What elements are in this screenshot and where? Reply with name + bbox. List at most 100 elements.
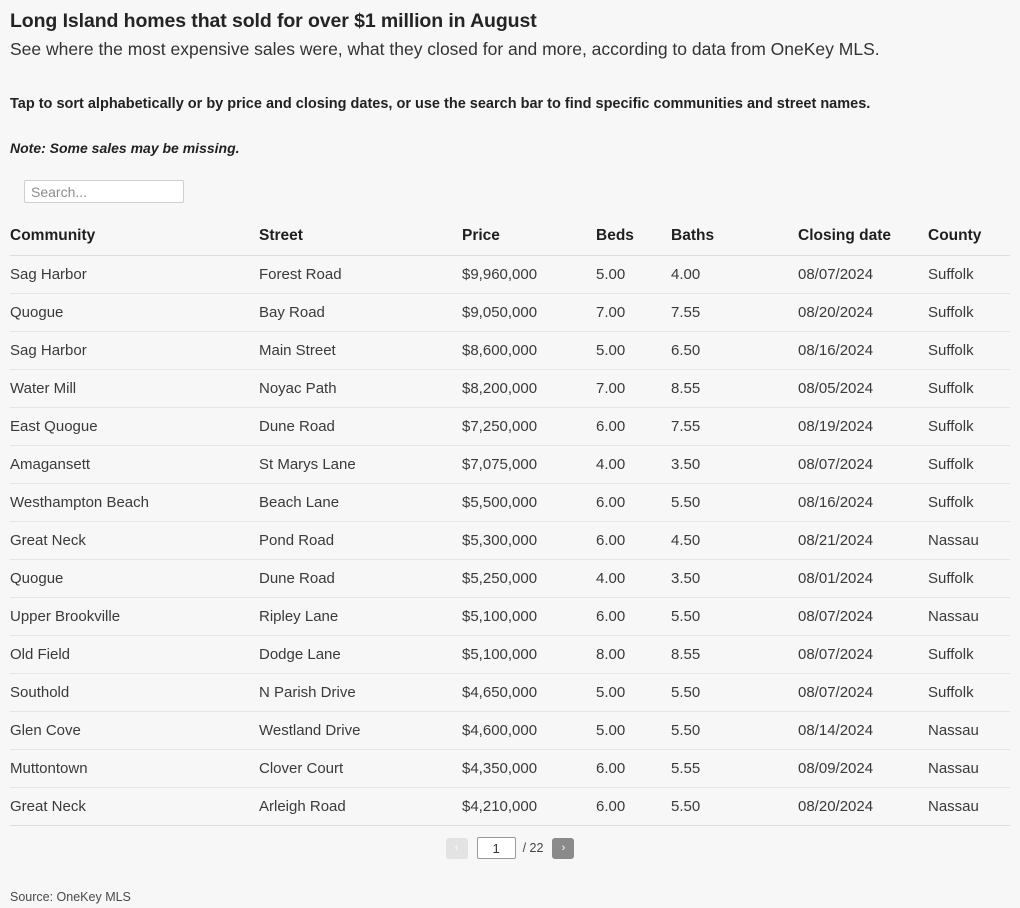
cell-beds: 6.00 bbox=[596, 483, 671, 523]
cell-street: Dune Road bbox=[259, 407, 462, 447]
cell-street: Dune Road bbox=[259, 559, 462, 599]
cell-community: Sag Harbor bbox=[10, 331, 259, 371]
column-header-baths[interactable]: Baths bbox=[671, 223, 798, 257]
cell-closing_date: 08/07/2024 bbox=[798, 597, 928, 637]
cell-beds: 7.00 bbox=[596, 369, 671, 409]
cell-beds: 8.00 bbox=[596, 635, 671, 675]
cell-price: $8,600,000 bbox=[462, 331, 596, 371]
cell-street: Forest Road bbox=[259, 255, 462, 295]
cell-street: Westland Drive bbox=[259, 711, 462, 751]
cell-price: $4,350,000 bbox=[462, 749, 596, 789]
cell-beds: 6.00 bbox=[596, 597, 671, 637]
cell-street: Bay Road bbox=[259, 293, 462, 333]
cell-baths: 7.55 bbox=[671, 407, 798, 447]
cell-closing_date: 08/07/2024 bbox=[798, 673, 928, 713]
cell-closing_date: 08/05/2024 bbox=[798, 369, 928, 409]
cell-baths: 3.50 bbox=[671, 445, 798, 485]
cell-baths: 8.55 bbox=[671, 369, 798, 409]
cell-community: Glen Cove bbox=[10, 711, 259, 751]
cell-price: $5,250,000 bbox=[462, 559, 596, 599]
cell-community: Quogue bbox=[10, 293, 259, 333]
cell-baths: 6.50 bbox=[671, 331, 798, 371]
total-pages-label: / 22 bbox=[522, 841, 544, 856]
cell-price: $5,500,000 bbox=[462, 483, 596, 523]
missing-sales-note: Note: Some sales may be missing. bbox=[10, 139, 240, 156]
cell-price: $4,600,000 bbox=[462, 711, 596, 751]
cell-street: Ripley Lane bbox=[259, 597, 462, 637]
page-title: Long Island homes that sold for over $1 … bbox=[10, 10, 537, 32]
cell-closing_date: 08/16/2024 bbox=[798, 331, 928, 371]
column-header-beds[interactable]: Beds bbox=[596, 223, 671, 257]
cell-street: Arleigh Road bbox=[259, 787, 462, 827]
cell-baths: 4.50 bbox=[671, 521, 798, 561]
cell-baths: 5.50 bbox=[671, 597, 798, 637]
column-header-street[interactable]: Street bbox=[259, 223, 462, 257]
cell-closing_date: 08/16/2024 bbox=[798, 483, 928, 523]
cell-county: Nassau bbox=[928, 521, 1010, 561]
cell-baths: 4.00 bbox=[671, 255, 798, 295]
cell-county: Suffolk bbox=[928, 407, 1010, 447]
column-header-county[interactable]: County bbox=[928, 223, 1010, 257]
pagination: ‹ / 22 › bbox=[10, 837, 1010, 860]
search-input[interactable] bbox=[24, 180, 184, 204]
cell-county: Nassau bbox=[928, 787, 1010, 827]
table-row: Great Neck Pond Road $5,300,000 6.00 4.50 08/… bbox=[10, 521, 1010, 561]
cell-price: $5,100,000 bbox=[462, 635, 596, 675]
cell-closing_date: 08/07/2024 bbox=[798, 635, 928, 675]
cell-closing_date: 08/20/2024 bbox=[798, 787, 928, 827]
cell-baths: 5.55 bbox=[671, 749, 798, 789]
cell-community: Muttontown bbox=[10, 749, 259, 789]
cell-closing_date: 08/07/2024 bbox=[798, 445, 928, 485]
cell-price: $4,650,000 bbox=[462, 673, 596, 713]
table-row: East Quogue Dune Road $7,250,000 6.00 7.55 08… bbox=[10, 407, 1010, 447]
table-row: Muttontown Clover Court $4,350,000 6.00 5.55… bbox=[10, 749, 1010, 789]
cell-community: Amagansett bbox=[10, 445, 259, 485]
cell-price: $7,075,000 bbox=[462, 445, 596, 485]
column-header-closing-date[interactable]: Closing date bbox=[798, 223, 928, 257]
table-row: Southold N Parish Drive $4,650,000 5.00 5.50… bbox=[10, 673, 1010, 713]
cell-county: Suffolk bbox=[928, 445, 1010, 485]
cell-community: Sag Harbor bbox=[10, 255, 259, 295]
cell-beds: 6.00 bbox=[596, 407, 671, 447]
table-row: Old Field Dodge Lane $5,100,000 8.00 8.55 08/… bbox=[10, 635, 1010, 675]
cell-beds: 5.00 bbox=[596, 711, 671, 751]
cell-community: Southold bbox=[10, 673, 259, 713]
cell-beds: 5.00 bbox=[596, 255, 671, 295]
cell-county: Nassau bbox=[928, 749, 1010, 789]
cell-beds: 4.00 bbox=[596, 559, 671, 599]
cell-community: Great Neck bbox=[10, 521, 259, 561]
cell-county: Suffolk bbox=[928, 559, 1010, 599]
column-header-community[interactable]: Community bbox=[10, 223, 259, 257]
cell-beds: 6.00 bbox=[596, 521, 671, 561]
next-page-button[interactable]: › bbox=[552, 837, 575, 859]
cell-baths: 5.50 bbox=[671, 787, 798, 827]
page-number-input[interactable] bbox=[476, 837, 516, 860]
cell-beds: 4.00 bbox=[596, 445, 671, 485]
cell-county: Suffolk bbox=[928, 293, 1010, 333]
table-row: Upper Brookville Ripley Lane $5,100,000 6.0… bbox=[10, 597, 1010, 637]
cell-county: Suffolk bbox=[928, 331, 1010, 371]
cell-street: Dodge Lane bbox=[259, 635, 462, 675]
cell-county: Suffolk bbox=[928, 635, 1010, 675]
cell-community: Westhampton Beach bbox=[10, 483, 259, 523]
cell-county: Suffolk bbox=[928, 369, 1010, 409]
cell-community: Quogue bbox=[10, 559, 259, 599]
cell-closing_date: 08/20/2024 bbox=[798, 293, 928, 333]
sales-table-container: Community Street Price Beds Baths Closin… bbox=[10, 223, 1010, 827]
table-row: Sag Harbor Main Street $8,600,000 5.00 6.50 0… bbox=[10, 331, 1010, 371]
table-row: Glen Cove Westland Drive $4,600,000 5.00 5.5… bbox=[10, 711, 1010, 751]
previous-page-button[interactable]: ‹ bbox=[445, 837, 468, 859]
cell-price: $9,050,000 bbox=[462, 293, 596, 333]
page-subtitle: See where the most expensive sales were,… bbox=[10, 38, 880, 59]
table-row: Great Neck Arleigh Road $4,210,000 6.00 5.50… bbox=[10, 787, 1010, 827]
cell-beds: 6.00 bbox=[596, 787, 671, 827]
cell-community: Old Field bbox=[10, 635, 259, 675]
table-row: Quogue Bay Road $9,050,000 7.00 7.55 08/20/20… bbox=[10, 293, 1010, 333]
cell-community: Upper Brookville bbox=[10, 597, 259, 637]
cell-street: Clover Court bbox=[259, 749, 462, 789]
table-body: Sag Harbor Forest Road $9,960,000 5.00 4.00 0… bbox=[10, 255, 1010, 827]
cell-price: $9,960,000 bbox=[462, 255, 596, 295]
cell-county: Suffolk bbox=[928, 483, 1010, 523]
cell-beds: 6.00 bbox=[596, 749, 671, 789]
column-header-price[interactable]: Price bbox=[462, 223, 596, 257]
